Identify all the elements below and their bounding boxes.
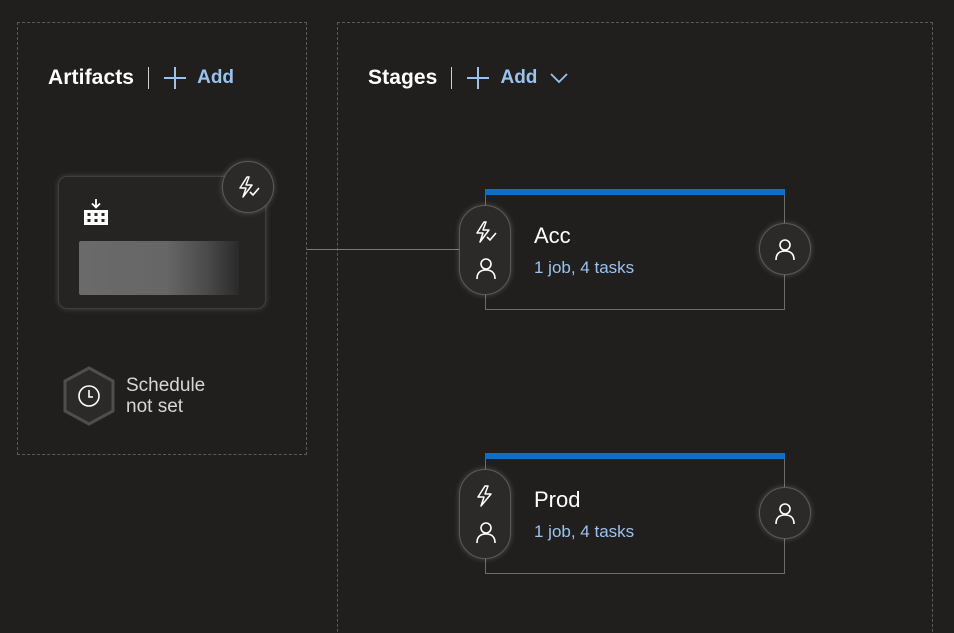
trigger-check-icon[interactable]: [473, 220, 497, 244]
add-stage-button[interactable]: Add: [466, 66, 569, 90]
schedule-label: Schedule not set: [126, 375, 205, 417]
plus-icon: [467, 67, 490, 89]
artifact-name[interactable]: [79, 241, 239, 295]
continuous-deployment-trigger-button[interactable]: [222, 161, 274, 213]
stage-tasks-link[interactable]: 1 job, 4 tasks: [534, 258, 634, 278]
artifacts-title: Artifacts: [48, 66, 135, 89]
person-icon: [775, 239, 795, 261]
add-artifact-label: Add: [197, 67, 235, 88]
build-artifact-icon: [84, 199, 108, 225]
lightning-check-icon: [239, 176, 260, 198]
artifacts-header: Artifacts Add: [48, 63, 234, 93]
schedule-line-2: not set: [126, 396, 184, 417]
stage-name[interactable]: Acc: [534, 223, 571, 249]
person-icon: [775, 503, 795, 525]
pre-deployment-conditions: [459, 205, 511, 295]
post-deployment-approvals-button[interactable]: [759, 487, 811, 539]
stage-name[interactable]: Prod: [534, 487, 580, 513]
pre-deployment-conditions: [459, 469, 511, 559]
stages-title: Stages: [368, 66, 438, 89]
plus-icon: [164, 67, 187, 89]
schedule-line-1: Schedule: [126, 375, 206, 396]
stages-header: Stages Add: [368, 63, 569, 93]
trigger-icon[interactable]: [473, 484, 497, 508]
chevron-down-icon[interactable]: [549, 72, 569, 84]
stage-card-acc[interactable]: Acc 1 job, 4 tasks: [459, 189, 811, 310]
stage-status-bar: [485, 189, 785, 195]
add-stage-label: Add: [500, 67, 538, 88]
header-divider: [148, 67, 150, 89]
pipeline-connector: [307, 249, 459, 250]
person-icon[interactable]: [474, 256, 498, 280]
post-deployment-approvals-button[interactable]: [759, 223, 811, 275]
stage-card-prod[interactable]: Prod 1 job, 4 tasks: [459, 453, 811, 574]
person-icon[interactable]: [474, 520, 498, 544]
schedule-trigger[interactable]: Schedule not set: [62, 366, 205, 426]
stage-status-bar: [485, 453, 785, 459]
release-pipeline-canvas: Artifacts Add Stages Add Schedule not se…: [0, 0, 954, 633]
clock-icon: [63, 366, 115, 426]
header-divider: [451, 67, 453, 89]
stage-tasks-link[interactable]: 1 job, 4 tasks: [534, 522, 634, 542]
add-artifact-button[interactable]: Add: [163, 66, 234, 90]
